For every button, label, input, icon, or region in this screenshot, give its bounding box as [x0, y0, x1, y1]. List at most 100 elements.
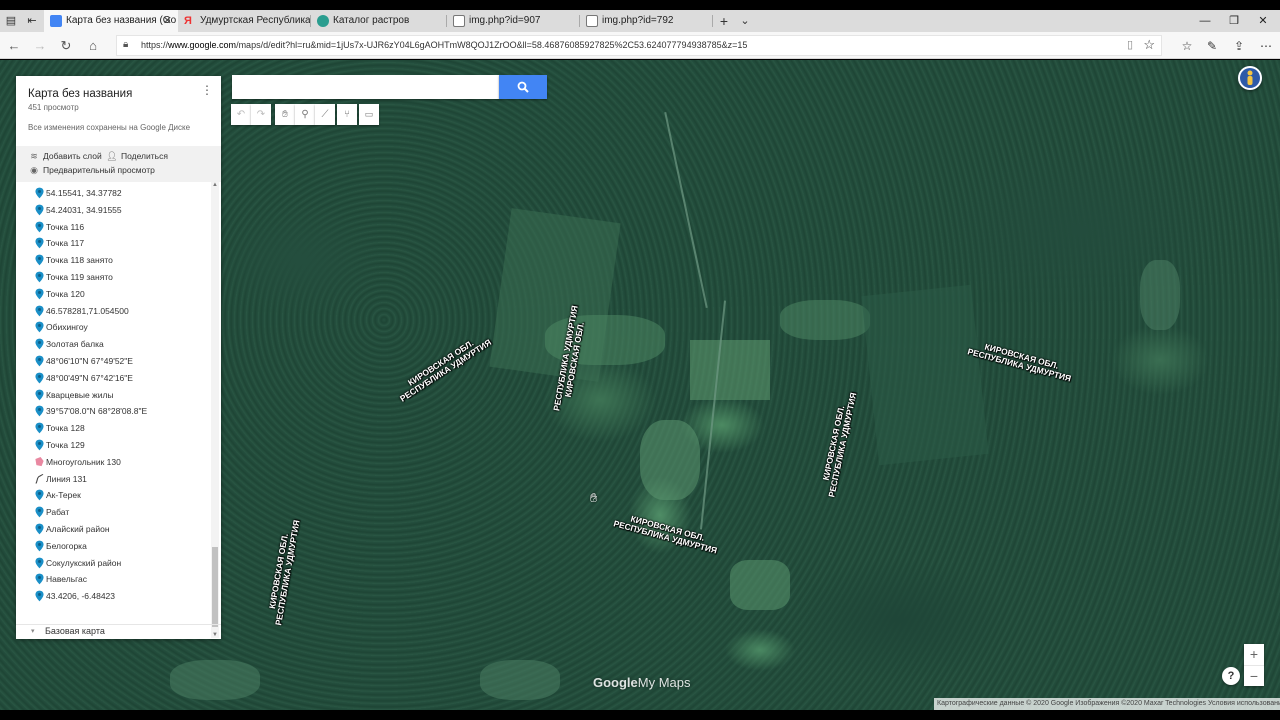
- list-item[interactable]: 43.4206, -6.48423: [35, 588, 115, 604]
- zoom-out-button[interactable]: −: [1244, 665, 1264, 685]
- close-tab-icon[interactable]: ✕: [163, 10, 172, 32]
- bottom-black-strip: [0, 710, 1280, 720]
- list-item[interactable]: 54.15541, 34.37782: [35, 185, 122, 201]
- favorite-star-icon[interactable]: ☆: [1143, 37, 1155, 53]
- favorites-icon[interactable]: ☆: [1177, 36, 1197, 56]
- pegman-icon[interactable]: [1238, 66, 1262, 90]
- list-item[interactable]: 54.24031, 34.91555: [35, 202, 122, 218]
- url-field[interactable]: 🔒︎ https://www.google.com/maps/d/edit?hl…: [116, 35, 1162, 56]
- search-button[interactable]: [499, 75, 547, 99]
- tab-mymaps[interactable]: Карта без названия (Go ✕: [44, 10, 178, 32]
- scroll-up-icon[interactable]: ▲: [211, 182, 219, 188]
- list-item[interactable]: 39°57'08.0"N 68°28'08.8"E: [35, 403, 147, 419]
- redo-icon[interactable]: ↷: [251, 104, 271, 125]
- address-toolbar: ← → ↻ ⌂ 🔒︎ https://www.google.com/maps/d…: [0, 32, 1280, 59]
- refresh-icon[interactable]: ↻: [56, 36, 76, 56]
- set-aside-tabs-icon[interactable]: ⇤: [24, 13, 40, 29]
- tab-list-chevron-icon[interactable]: ⌄: [737, 13, 753, 29]
- more-menu-icon[interactable]: ⋯: [1256, 36, 1276, 56]
- help-button[interactable]: ?: [1222, 667, 1240, 685]
- base-map-section[interactable]: ▾ Базовая карта: [16, 624, 221, 639]
- list-item-label: Навельгас: [46, 574, 88, 585]
- satellite-map[interactable]: КИРОВСКАЯ ОБЛ. РЕСПУБЛИКА УДМУРТИЯ РЕСПУБ…: [0, 60, 1280, 710]
- list-item[interactable]: Многоугольник 130: [35, 454, 121, 470]
- hand-select-icon[interactable]: ✋︎: [275, 104, 295, 125]
- share-icon[interactable]: ⇪: [1229, 36, 1249, 56]
- chevron-down-icon[interactable]: ▾: [31, 627, 35, 635]
- tab-img-792[interactable]: img.php?id=792: [580, 10, 712, 32]
- measure-ruler-icon[interactable]: ▭: [359, 104, 379, 125]
- list-item[interactable]: Навельгас: [35, 571, 88, 587]
- undo-icon[interactable]: ↶: [231, 104, 251, 125]
- marker-pin-icon: [35, 573, 44, 585]
- pen-icon[interactable]: ✎: [1202, 36, 1222, 56]
- preview-button[interactable]: ◉ Предварительный просмотр: [28, 165, 155, 176]
- list-item-label: Точка 119 занято: [46, 272, 113, 282]
- scroll-thumb[interactable]: [212, 547, 218, 627]
- browser-window: ▤ ⇤ Карта без названия (Go ✕ Я Удмуртска…: [0, 0, 1280, 720]
- region-boundary-label: КИРОВСКАЯ ОБЛ. РЕСПУБЛИКА УДМУРТИЯ: [966, 341, 1073, 384]
- zoom-in-button[interactable]: +: [1244, 644, 1264, 664]
- list-item[interactable]: Точка 119 занято: [35, 269, 113, 285]
- tab-raster-catalog[interactable]: Каталог растров: [311, 10, 446, 32]
- close-window-button[interactable]: ✕: [1246, 10, 1280, 32]
- list-item[interactable]: Линия 131: [35, 471, 87, 487]
- region-boundary-label: КИРОВСКАЯ ОБЛ. РЕСПУБЛИКА УДМУРТИЯ: [612, 513, 719, 556]
- list-item-label: Белогорка: [46, 540, 87, 551]
- reading-view-icon[interactable]: ▯: [1127, 38, 1133, 51]
- list-item[interactable]: Точка 116: [35, 219, 84, 235]
- marker-pin-icon: [35, 237, 44, 249]
- add-marker-icon[interactable]: ⚲: [295, 104, 315, 125]
- list-item[interactable]: Сокулукский район: [35, 555, 122, 571]
- list-item[interactable]: 46.578281,71.054500: [35, 303, 129, 319]
- map-attribution[interactable]: Картографические данные © 2020 Google Из…: [934, 698, 1280, 710]
- draw-line-icon[interactable]: ⟋: [315, 104, 335, 125]
- list-item-label: Сокулукский район: [46, 557, 122, 568]
- tab-bar: ▤ ⇤ Карта без названия (Go ✕ Я Удмуртска…: [0, 10, 1280, 32]
- list-item[interactable]: 48°00'49"N 67°42'16"E: [35, 370, 133, 386]
- more-options-icon[interactable]: ⋮: [201, 84, 213, 96]
- list-item[interactable]: Белогорка: [35, 538, 87, 554]
- list-item[interactable]: Золотая балка: [35, 336, 104, 352]
- list-item[interactable]: Рабат: [35, 504, 69, 520]
- share-button[interactable]: 👤︎ Поделиться: [106, 151, 168, 162]
- panel-actions: ≋ Добавить слой 👤︎ Поделиться ◉ Предварител…: [16, 146, 221, 182]
- list-item[interactable]: Точка 128: [35, 420, 85, 436]
- add-directions-icon[interactable]: ⑂: [337, 104, 357, 125]
- lock-icon: 🔒︎: [123, 39, 129, 50]
- search-input[interactable]: [232, 75, 499, 99]
- marker-pin-icon: [35, 338, 44, 350]
- tab-udmurtia[interactable]: Я Удмуртская Республика —: [178, 10, 310, 32]
- list-item-label: Кварцевые жилы: [46, 389, 114, 400]
- page-favicon-icon: [586, 15, 598, 27]
- map-title[interactable]: Карта без названия: [28, 88, 132, 100]
- add-person-icon: 👤︎: [106, 151, 118, 161]
- add-layer-button[interactable]: ≋ Добавить слой: [28, 151, 102, 162]
- home-icon[interactable]: ⌂: [83, 36, 103, 56]
- field-patch: [730, 560, 790, 610]
- panel-scrollbar[interactable]: ▲ ▼: [211, 182, 219, 638]
- list-item[interactable]: 48°06'10"N 67°49'52"E: [35, 353, 133, 369]
- list-item-label: 46.578281,71.054500: [46, 305, 129, 316]
- tab-actions-icon[interactable]: ▤: [3, 13, 19, 29]
- marker-pin-icon: [35, 405, 44, 417]
- tab-label: Удмуртская Республика —: [200, 15, 310, 26]
- tab-separator: [712, 15, 713, 27]
- list-item-label: Алайский район: [46, 524, 110, 534]
- list-item[interactable]: Точка 120: [35, 286, 85, 302]
- list-item[interactable]: Обихингоу: [35, 319, 88, 335]
- marker-pin-icon: [35, 321, 44, 333]
- list-item[interactable]: Ак-Терек: [35, 487, 81, 503]
- list-item[interactable]: Кварцевые жилы: [35, 387, 114, 403]
- list-item[interactable]: Точка 117: [35, 235, 84, 251]
- view-count: 451 просмотр: [28, 103, 79, 112]
- tab-img-907[interactable]: img.php?id=907: [447, 10, 579, 32]
- list-item[interactable]: Точка 118 занято: [35, 252, 113, 268]
- list-item[interactable]: Точка 129: [35, 437, 85, 453]
- forward-arrow-icon[interactable]: →: [30, 36, 50, 56]
- new-tab-button[interactable]: +: [716, 13, 732, 29]
- list-item[interactable]: Алайский район: [35, 521, 110, 537]
- line-icon: [35, 473, 44, 484]
- search-icon: [517, 81, 529, 93]
- back-arrow-icon[interactable]: ←: [4, 36, 24, 56]
